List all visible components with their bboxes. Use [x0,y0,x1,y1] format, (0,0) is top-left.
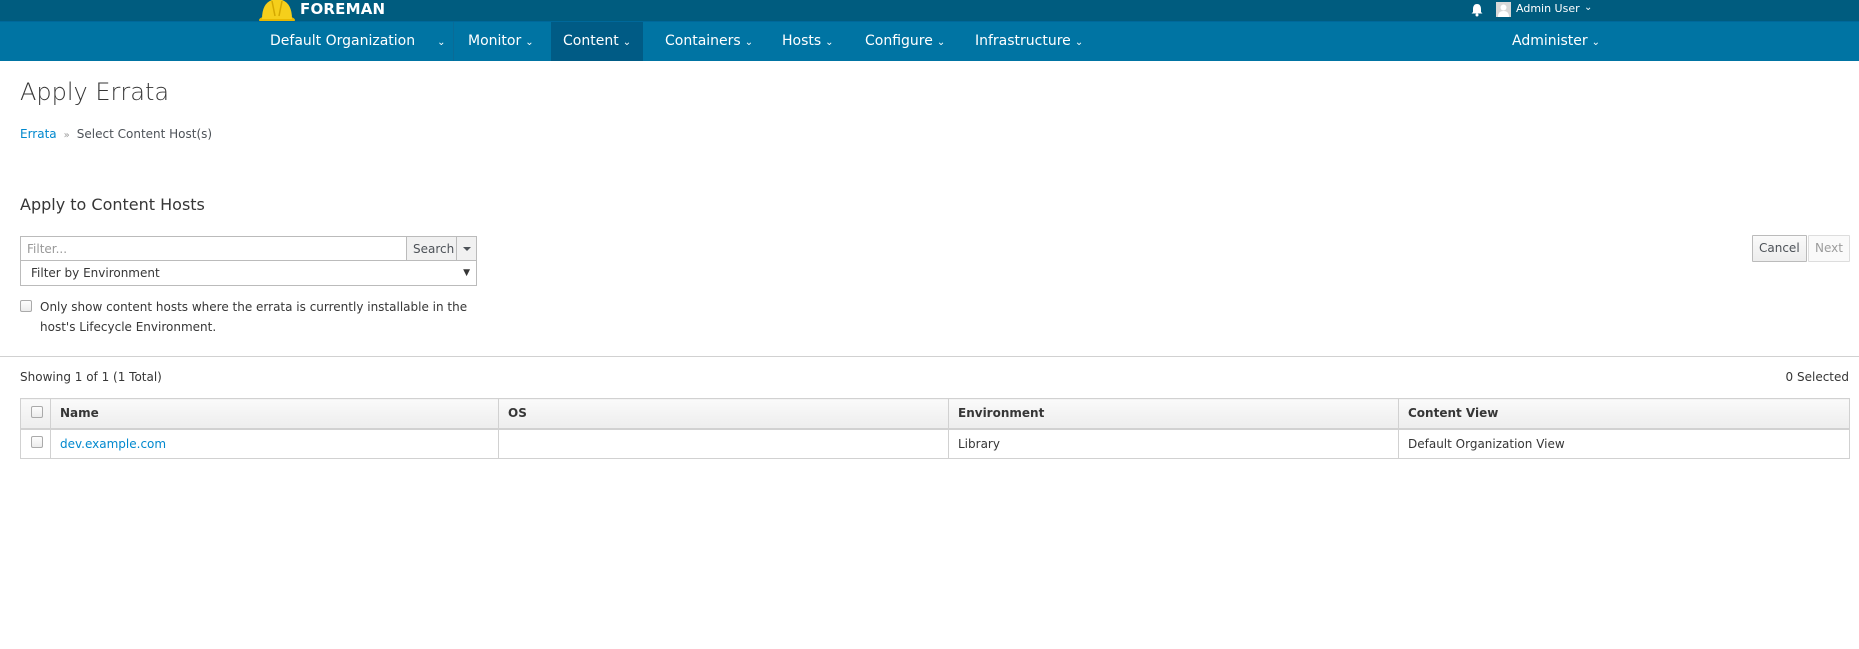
only-installable-checkbox[interactable] [20,300,32,312]
search-bar: Search [20,236,477,261]
search-options-dropdown[interactable] [456,237,476,260]
chevron-down-icon: ⌄ [1591,37,1601,48]
table-header-row: Name OS Environment Content View [20,398,1850,430]
chevron-down-icon: ⌄ [622,37,632,48]
nav-containers[interactable]: Containers ⌄ [653,22,765,61]
nav-hosts[interactable]: Hosts ⌄ [770,22,846,61]
column-header-content-view[interactable]: Content View [1398,398,1850,430]
chevron-down-icon: ⌄ [825,37,834,48]
nav-label: Infrastructure [975,33,1071,49]
nav-label: Administer [1512,33,1588,49]
row-select-cell [20,428,51,459]
host-os-cell [498,428,949,459]
nav-label: Hosts [782,33,822,49]
bell-icon[interactable] [1470,3,1484,17]
nav-label: Monitor [468,33,522,49]
nav-infrastructure[interactable]: Infrastructure ⌄ [963,22,1095,61]
main-nav: Default Organization ⌄ Monitor ⌄ Content ⌄ … [0,21,1859,61]
user-icon [1498,4,1509,17]
select-all-checkbox[interactable] [31,405,43,418]
chevron-down-icon[interactable]: ⌄ [1584,2,1592,13]
selected-count: 0 Selected [1785,370,1849,384]
chevron-down-icon: ⌄ [744,37,754,48]
host-environment-cell: Library [948,428,1399,459]
nav-organization[interactable]: Default Organization ⌄ [258,22,458,61]
nav-content[interactable]: Content ⌄ [551,22,644,61]
next-button[interactable]: Next [1808,235,1850,262]
only-installable-label: Only show content hosts where the errata… [40,300,468,334]
dropdown-arrow-icon: ▼ [463,268,470,278]
nav-administer[interactable]: Administer ⌄ [1500,22,1612,61]
section-title: Apply to Content Hosts [20,195,205,214]
host-name-link[interactable]: dev.example.com [60,437,166,451]
chevron-down-icon: ⌄ [525,37,534,48]
divider [0,356,1859,357]
row-checkbox[interactable] [31,436,43,449]
chevron-down-icon: ⌄ [437,37,446,48]
user-menu[interactable]: Admin User [1516,2,1580,15]
environment-filter-value: Filter by Environment [31,266,160,280]
host-content-view-cell: Default Organization View [1398,428,1850,459]
page-title: Apply Errata [20,78,170,106]
chevron-down-icon: ⌄ [936,37,946,48]
avatar[interactable] [1496,2,1511,17]
cancel-button[interactable]: Cancel [1752,235,1807,262]
breadcrumb: Errata » Select Content Host(s) [20,127,212,141]
caret-down-icon [462,246,471,251]
nav-configure[interactable]: Configure ⌄ [853,22,957,61]
filter-input[interactable] [21,237,406,260]
table-row: dev.example.com Library Default Organiza… [20,428,1850,459]
chevron-down-icon: ⌄ [1074,37,1084,48]
brand-name[interactable]: FOREMAN [300,0,385,18]
nav-monitor[interactable]: Monitor ⌄ [456,22,546,61]
breadcrumb-separator: » [63,130,70,141]
breadcrumb-current: Select Content Host(s) [76,127,213,141]
column-header-os[interactable]: OS [498,398,949,430]
nav-label: Containers [665,33,741,49]
content-hosts-table: Name OS Environment Content View dev.exa… [20,398,1850,459]
host-name-cell: dev.example.com [50,428,499,459]
column-header-environment[interactable]: Environment [948,398,1399,430]
nav-label: Content [563,33,619,49]
nav-divider [453,22,454,61]
top-bar: FOREMAN Admin User ⌄ [0,0,1859,25]
search-button[interactable]: Search [406,237,456,260]
environment-filter-select[interactable]: Filter by Environment ▼ [20,261,477,286]
column-header-name[interactable]: Name [50,398,499,430]
nav-label: Configure [865,33,933,49]
select-all-cell [20,398,51,430]
results-count: Showing 1 of 1 (1 Total) [20,370,162,384]
breadcrumb-errata-link[interactable]: Errata [20,127,57,141]
nav-label: Default Organization [270,33,416,49]
